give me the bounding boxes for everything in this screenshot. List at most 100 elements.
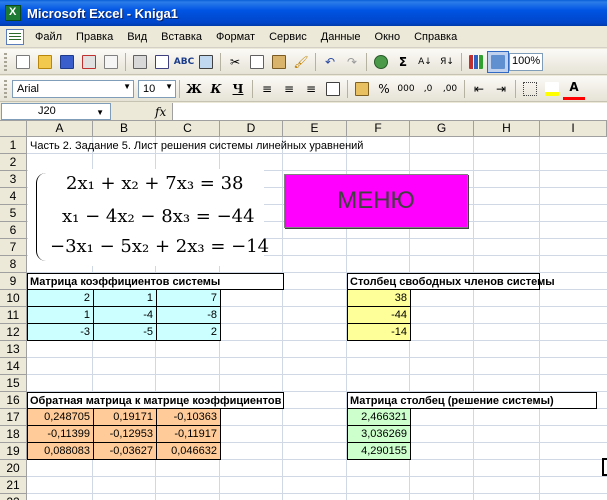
permission-icon[interactable] xyxy=(78,51,100,73)
merge-center-icon[interactable] xyxy=(322,78,344,100)
chart-wizard-icon[interactable] xyxy=(465,51,487,73)
row-header[interactable]: 6 xyxy=(0,222,27,239)
font-color-icon[interactable]: A xyxy=(563,78,585,100)
row-header[interactable]: 2 xyxy=(0,154,27,171)
column-header-c[interactable]: C xyxy=(156,121,220,137)
sort-ascending-icon[interactable]: A↓ xyxy=(414,51,436,73)
row-header[interactable]: 16 xyxy=(0,392,27,409)
row-header[interactable]: 8 xyxy=(0,256,27,273)
inverse-matrix-title[interactable]: Обратная матрица к матрице коэффициентов xyxy=(27,392,284,409)
font-name-select[interactable]: Arial ▼ xyxy=(12,79,134,98)
borders-icon[interactable] xyxy=(519,78,541,100)
sort-descending-icon[interactable]: Я↓ xyxy=(436,51,458,73)
free-term-cell[interactable]: -44 xyxy=(347,306,411,324)
solution-cell[interactable]: 2,466321 xyxy=(347,408,411,426)
redo-icon[interactable]: ↷ xyxy=(341,51,363,73)
solution-cell[interactable]: 4,290155 xyxy=(347,442,411,460)
print-preview-icon[interactable] xyxy=(151,51,173,73)
equation-system-image[interactable]: 2x₁ + x₂ + 7x₃ = 38 x₁ − 4x₂ − 8x₃ = −44… xyxy=(28,169,269,266)
row-header[interactable]: 11 xyxy=(0,307,27,324)
workbook-icon[interactable] xyxy=(6,28,24,45)
coef-cell[interactable]: -3 xyxy=(27,323,94,341)
thousands-button[interactable]: 000 xyxy=(395,78,417,100)
row-header[interactable]: 21 xyxy=(0,477,27,494)
row-header[interactable]: 10 xyxy=(0,290,27,307)
menu-insert[interactable]: Вставка xyxy=(154,26,209,48)
coef-cell[interactable]: -4 xyxy=(93,306,157,324)
percent-button[interactable]: % xyxy=(373,78,395,100)
column-header-b[interactable]: B xyxy=(93,121,156,137)
coef-cell[interactable]: 1 xyxy=(27,306,94,324)
menu-file[interactable]: Файл xyxy=(28,26,69,48)
row-header[interactable]: 15 xyxy=(0,375,27,392)
menu-data[interactable]: Данные xyxy=(314,26,368,48)
inverse-cell[interactable]: 0,046632 xyxy=(156,442,221,460)
menu-edit[interactable]: Правка xyxy=(69,26,120,48)
inverse-cell[interactable]: 0,088083 xyxy=(27,442,94,460)
fill-color-icon[interactable] xyxy=(541,78,563,100)
coef-cell[interactable]: 2 xyxy=(156,323,221,341)
align-right-icon[interactable]: ≡ xyxy=(300,78,322,100)
row-header[interactable]: 19 xyxy=(0,443,27,460)
format-painter-icon[interactable]: 🖌 xyxy=(290,51,312,73)
row-header[interactable]: 9 xyxy=(0,273,27,290)
paste-icon[interactable] xyxy=(268,51,290,73)
row-header[interactable]: 17 xyxy=(0,409,27,426)
toolbar-grip[interactable] xyxy=(4,52,7,71)
research-icon[interactable] xyxy=(195,51,217,73)
autosum-icon[interactable]: Σ xyxy=(392,51,414,73)
coef-matrix-title[interactable]: Матрица коэффициентов системы xyxy=(27,273,284,290)
row-header[interactable]: 18 xyxy=(0,426,27,443)
spelling-icon[interactable]: ABC xyxy=(173,51,195,73)
inverse-cell[interactable]: 0,248705 xyxy=(27,408,94,426)
drawing-icon[interactable] xyxy=(487,50,509,73)
inverse-cell[interactable]: 0,19171 xyxy=(93,408,157,426)
menu-window[interactable]: Окно xyxy=(368,26,408,48)
worksheet-grid[interactable]: A B C D E F G H I 1 2 3 4 5 6 7 8 9 10 11 12 13 14 15 1… xyxy=(0,121,607,500)
row-header[interactable]: 1 xyxy=(0,137,27,154)
row-header[interactable]: 13 xyxy=(0,341,27,358)
solution-column-title[interactable]: Матрица столбец (решение системы) xyxy=(347,392,597,409)
row-header[interactable]: 3 xyxy=(0,171,27,188)
increase-indent-icon[interactable]: ⇥ xyxy=(490,78,512,100)
coef-cell[interactable]: 7 xyxy=(156,289,221,307)
inverse-cell[interactable]: -0,12953 xyxy=(93,425,157,443)
open-icon[interactable] xyxy=(34,51,56,73)
align-center-icon[interactable]: ≡ xyxy=(278,78,300,100)
row-header[interactable]: 20 xyxy=(0,460,27,477)
coef-cell[interactable]: -8 xyxy=(156,306,221,324)
decrease-indent-icon[interactable]: ⇤ xyxy=(468,78,490,100)
font-size-select[interactable]: 10 ▼ xyxy=(138,79,176,98)
cut-icon[interactable]: ✂ xyxy=(224,51,246,73)
inverse-cell[interactable]: -0,10363 xyxy=(156,408,221,426)
underline-button[interactable]: Ч xyxy=(227,78,249,100)
column-header-g[interactable]: G xyxy=(410,121,474,137)
increase-decimal-button[interactable]: ,0 xyxy=(417,78,439,100)
email-icon[interactable] xyxy=(100,51,122,73)
excel-app-icon[interactable] xyxy=(5,5,21,21)
menu-help[interactable]: Справка xyxy=(407,26,464,48)
inverse-cell[interactable]: -0,11399 xyxy=(27,425,94,443)
solution-cell[interactable]: 3,036269 xyxy=(347,425,411,443)
save-icon[interactable] xyxy=(56,51,78,73)
insert-function-icon[interactable]: fx xyxy=(155,105,166,119)
column-header-a[interactable]: A xyxy=(27,121,93,137)
menu-tools[interactable]: Сервис xyxy=(262,26,314,48)
inverse-cell[interactable]: -0,03627 xyxy=(93,442,157,460)
coef-cell[interactable]: 2 xyxy=(27,289,94,307)
select-all-corner[interactable] xyxy=(0,121,27,137)
menu-format[interactable]: Формат xyxy=(209,26,262,48)
toolbar-grip[interactable] xyxy=(4,79,7,98)
title-cell-a1[interactable]: Часть 2. Задание 5. Лист решения системы… xyxy=(30,138,363,154)
name-box[interactable]: J20 ▼ xyxy=(1,103,111,120)
column-header-h[interactable]: H xyxy=(474,121,540,137)
inverse-cell[interactable]: -0,11917 xyxy=(156,425,221,443)
row-header[interactable]: 4 xyxy=(0,188,27,205)
align-left-icon[interactable]: ≡ xyxy=(256,78,278,100)
free-column-title[interactable]: Столбец свободных членов системы xyxy=(347,273,555,290)
print-icon[interactable] xyxy=(129,51,151,73)
row-header[interactable]: 12 xyxy=(0,324,27,341)
column-header-f[interactable]: F xyxy=(347,121,410,137)
coef-cell[interactable]: -5 xyxy=(93,323,157,341)
decrease-decimal-button[interactable]: ,00 xyxy=(439,78,461,100)
